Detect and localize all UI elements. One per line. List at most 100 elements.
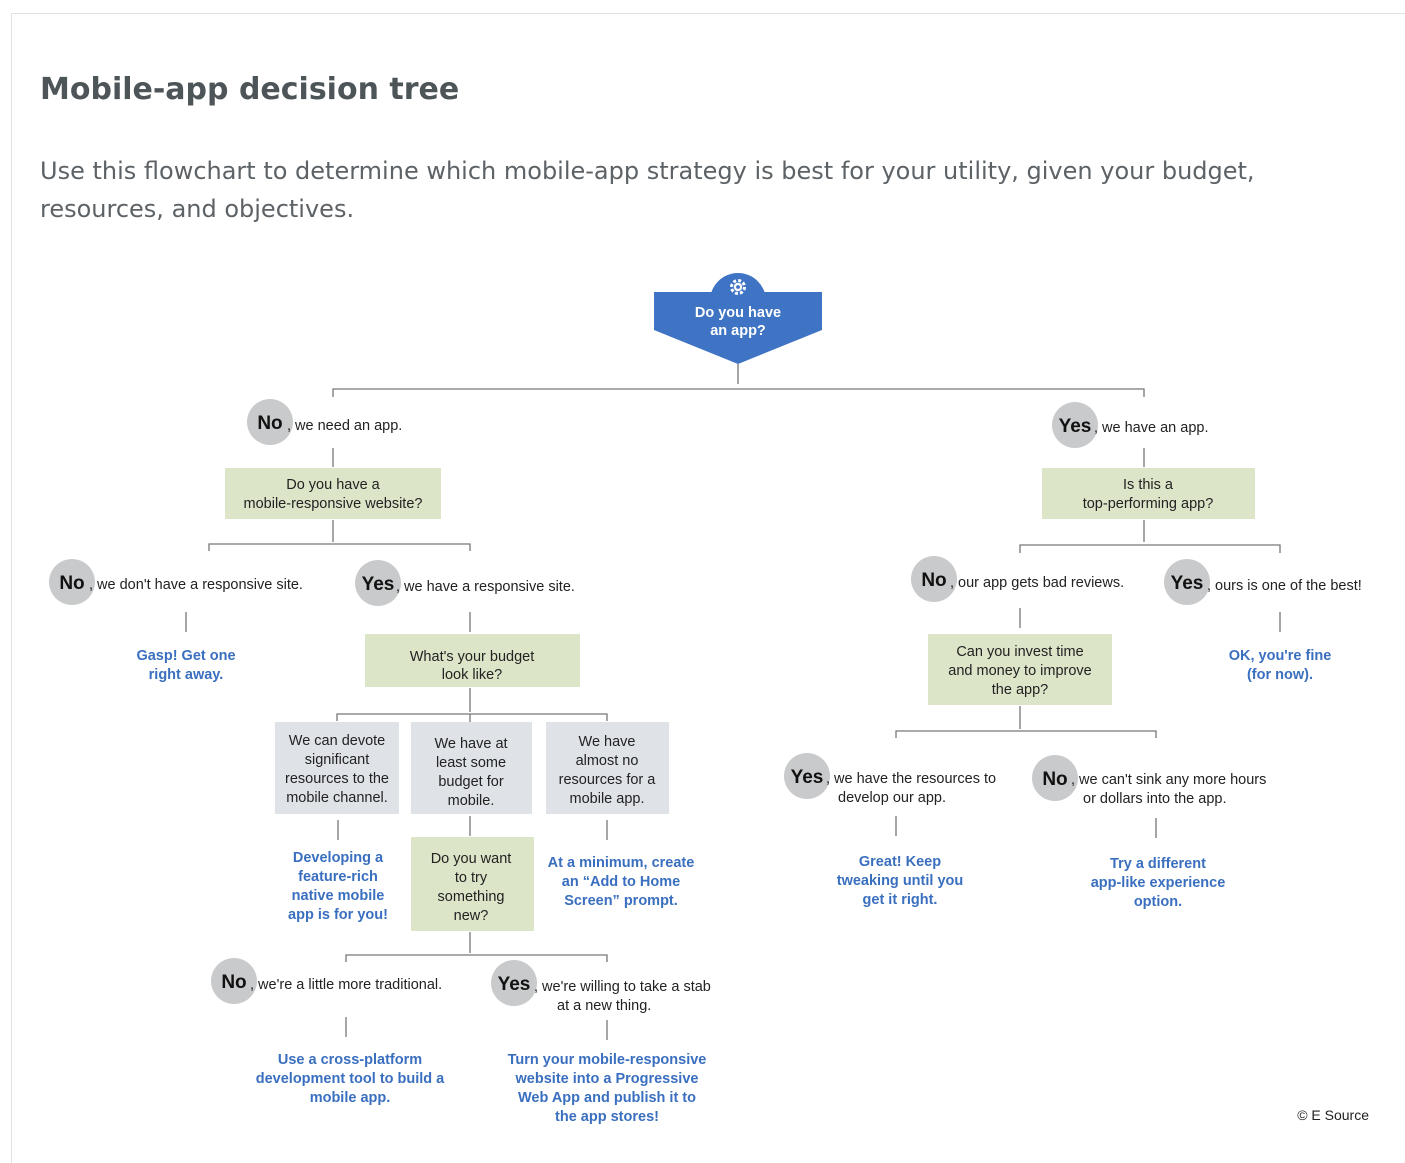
svg-text:, we have the resources to: , we have the resources to (826, 771, 996, 787)
question-responsive-site: Do you have a mobile-responsive website? (225, 468, 441, 519)
svg-text:Great! Keep: Great! Keep (859, 854, 941, 870)
start-question-line-1: Do you have (695, 305, 781, 321)
question-try-new: Do you want to try something new? (411, 837, 534, 931)
svg-text:website into a Progressive: website into a Progressive (515, 1071, 699, 1087)
svg-text:Is this a: Is this a (1123, 477, 1174, 493)
decision-tree-diagram: Do you have an app? No , we need an app.… (49, 273, 1369, 1125)
svg-text:OK, you're fine: OK, you're fine (1229, 648, 1332, 664)
svg-text:(for now).: (for now). (1247, 667, 1313, 683)
answer-yes-app: Yes , we have an app. (1052, 402, 1208, 448)
answer-yes-label: Yes (791, 767, 824, 788)
svg-text:look like?: look like? (442, 667, 502, 683)
svg-text:right away.: right away. (149, 667, 224, 683)
svg-text:Screen” prompt.: Screen” prompt. (564, 893, 678, 909)
svg-text:new?: new? (454, 908, 489, 924)
answer-no-invest: No , we can't sink any more hours or dol… (1032, 755, 1266, 807)
svg-text:, we have an app.: , we have an app. (1094, 420, 1208, 436)
result-home-screen-prompt: At a minimum, create an “Add to Home Scr… (548, 855, 695, 909)
svg-text:native mobile: native mobile (292, 888, 385, 904)
result-progressive-web-app: Turn your mobile-responsive website into… (508, 1052, 707, 1125)
answer-no-label: No (257, 413, 282, 434)
svg-text:Do you want: Do you want (431, 851, 512, 867)
svg-text:mobile app.: mobile app. (310, 1090, 391, 1106)
answer-yes-label: Yes (1059, 416, 1092, 437)
result-native-app: Developing a feature-rich native mobile … (288, 850, 388, 923)
svg-text:budget for: budget for (438, 774, 503, 790)
svg-text:What's your budget: What's your budget (410, 649, 534, 665)
svg-text:at a new thing.: at a new thing. (557, 998, 651, 1014)
answer-yes-top: Yes , ours is one of the best! (1164, 559, 1362, 605)
svg-text:app is for you!: app is for you! (288, 907, 388, 923)
budget-some: We have at least some budget for mobile. (411, 722, 532, 814)
result-gasp: Gasp! Get one right away. (136, 648, 235, 683)
svg-text:, ours is one of the best!: , ours is one of the best! (1207, 578, 1362, 594)
svg-text:resources for a: resources for a (559, 772, 657, 788)
svg-text:Can you invest time: Can you invest time (956, 644, 1083, 660)
answer-no-label: No (921, 570, 946, 591)
svg-text:, we're a little more traditio: , we're a little more traditional. (250, 977, 442, 993)
svg-text:mobile.: mobile. (448, 793, 495, 809)
result-different-experience: Try a different app-like experience opti… (1091, 856, 1226, 910)
svg-text:, we can't sink any more hours: , we can't sink any more hours (1071, 772, 1266, 788)
answer-yes-label: Yes (362, 574, 395, 595)
svg-text:resources to the: resources to the (285, 771, 389, 787)
svg-text:to try: to try (455, 870, 488, 886)
svg-text:development tool to build a: development tool to build a (256, 1071, 445, 1087)
svg-text:develop our app.: develop our app. (838, 790, 946, 806)
start-question-line-2: an app? (710, 323, 766, 339)
svg-text:, our app gets bad reviews.: , our app gets bad reviews. (950, 575, 1124, 591)
svg-text:Turn your mobile-responsive: Turn your mobile-responsive (508, 1052, 707, 1068)
svg-text:mobile-responsive website?: mobile-responsive website? (244, 496, 423, 512)
svg-text:top-performing app?: top-performing app? (1083, 496, 1214, 512)
svg-text:get it right.: get it right. (863, 892, 938, 908)
question-top-performing: Is this a top-performing app? (1042, 468, 1255, 519)
svg-text:or dollars into the app.: or dollars into the app. (1083, 791, 1226, 807)
answer-yes-label: Yes (1171, 573, 1204, 594)
question-invest: Can you invest time and money to improve… (928, 634, 1112, 705)
svg-text:the app?: the app? (992, 682, 1048, 698)
svg-text:At a minimum, create: At a minimum, create (548, 855, 695, 871)
answer-yes-invest: Yes , we have the resources to develop o… (784, 753, 996, 806)
answer-no-app-text: , we need an app. (287, 418, 402, 434)
question-budget: What's your budget look like? (365, 634, 580, 687)
budget-significant: We can devote significant resources to t… (275, 722, 399, 814)
svg-text:, we're willing to take a stab: , we're willing to take a stab (534, 979, 711, 995)
svg-text:tweaking until you: tweaking until you (837, 873, 963, 889)
svg-text:, we don't have a responsive s: , we don't have a responsive site. (89, 577, 303, 593)
svg-text:feature-rich: feature-rich (298, 869, 378, 885)
svg-text:, we have a responsive site.: , we have a responsive site. (396, 579, 575, 595)
svg-text:significant: significant (305, 752, 369, 768)
answer-no-top: No , our app gets bad reviews. (911, 556, 1124, 602)
svg-text:Gasp! Get one: Gasp! Get one (136, 648, 235, 664)
svg-text:We can devote: We can devote (289, 733, 385, 749)
result-fine-for-now: OK, you're fine (for now). (1229, 648, 1332, 683)
result-cross-platform: Use a cross-platform development tool to… (256, 1052, 445, 1106)
svg-text:mobile app.: mobile app. (570, 791, 645, 807)
answer-no-label: No (221, 972, 246, 993)
start-node: Do you have an app? (654, 273, 822, 364)
svg-text:mobile channel.: mobile channel. (286, 790, 388, 806)
svg-text:least some: least some (436, 755, 506, 771)
answer-yes-label: Yes (498, 974, 531, 995)
connector-lines (185, 364, 1281, 1040)
answer-no-label: No (59, 573, 84, 594)
svg-text:We have at: We have at (434, 736, 507, 752)
svg-text:Do you have a: Do you have a (286, 477, 380, 493)
svg-text:Use a cross-platform: Use a cross-platform (278, 1052, 422, 1068)
svg-text:We have: We have (579, 734, 636, 750)
answer-no-responsive: No , we don't have a responsive site. (49, 559, 303, 605)
svg-text:and money to improve: and money to improve (948, 663, 1091, 679)
result-keep-tweaking: Great! Keep tweaking until you get it ri… (837, 854, 963, 908)
answer-no-label: No (1042, 769, 1067, 790)
svg-text:an “Add to Home: an “Add to Home (562, 874, 680, 890)
answer-no-app: No , we need an app. (247, 399, 402, 445)
svg-text:app-like experience: app-like experience (1091, 875, 1226, 891)
answer-yes-responsive: Yes , we have a responsive site. (355, 560, 575, 606)
credit-text: © E Source (1297, 1107, 1369, 1123)
svg-text:Web App and publish it to: Web App and publish it to (518, 1090, 696, 1106)
svg-text:Developing a: Developing a (293, 850, 384, 866)
answer-yes-new: Yes , we're willing to take a stab at a … (491, 960, 711, 1014)
svg-text:the app stores!: the app stores! (555, 1109, 659, 1125)
svg-text:option.: option. (1134, 894, 1182, 910)
budget-none: We have almost no resources for a mobile… (546, 722, 669, 814)
